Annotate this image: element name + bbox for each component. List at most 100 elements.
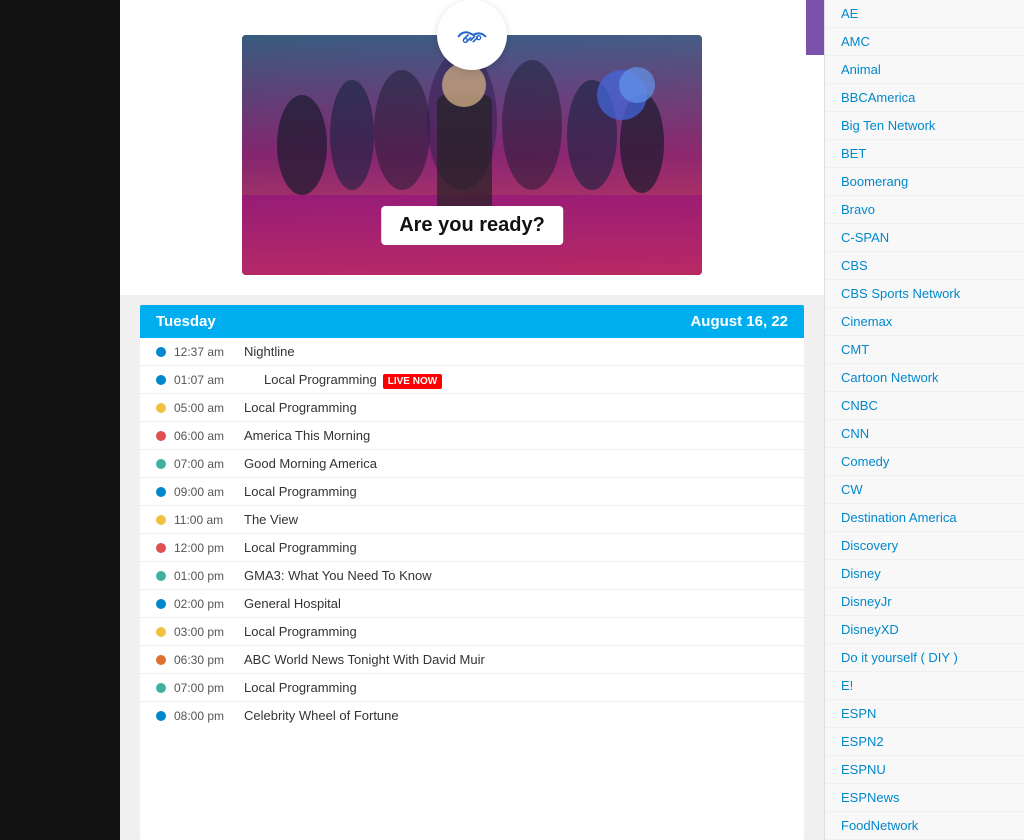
hero-image: Are you ready? [242, 35, 702, 275]
schedule-dot [156, 683, 166, 693]
schedule-row[interactable]: 11:00 amThe View [140, 506, 804, 534]
schedule-dot [156, 627, 166, 637]
schedule-date: August 16, 22 [690, 313, 788, 330]
sidebar-item-boomerang[interactable]: Boomerang [825, 168, 1024, 196]
sidebar-item-destination-america[interactable]: Destination America [825, 504, 1024, 532]
right-sidebar: AEAMCAnimalBBCAmericaBig Ten NetworkBETB… [824, 0, 1024, 840]
schedule-time: 08:00 pm [174, 709, 244, 723]
schedule-row[interactable]: 03:00 pmLocal Programming [140, 618, 804, 646]
sidebar-item-espnews[interactable]: ESPNews [825, 784, 1024, 812]
schedule-dot [156, 375, 166, 385]
schedule-dot [156, 571, 166, 581]
schedule-dot [156, 403, 166, 413]
sidebar-item-discovery[interactable]: Discovery [825, 532, 1024, 560]
sidebar-item-ae[interactable]: AE [825, 0, 1024, 28]
sidebar-item-disneyjr[interactable]: DisneyJr [825, 588, 1024, 616]
show-name: GMA3: What You Need To Know [244, 568, 788, 583]
schedule-row[interactable]: 09:00 amLocal Programming [140, 478, 804, 506]
show-name: Good Morning America [244, 456, 788, 471]
sidebar-item-big-ten-network[interactable]: Big Ten Network [825, 112, 1024, 140]
schedule-time: 03:00 pm [174, 625, 244, 639]
sidebar-item-disney[interactable]: Disney [825, 560, 1024, 588]
sidebar-item-cbs-sports-network[interactable]: CBS Sports Network [825, 280, 1024, 308]
schedule-dot [156, 487, 166, 497]
sidebar-item-cnbc[interactable]: CNBC [825, 392, 1024, 420]
schedule-row[interactable]: 01:07 am Local ProgrammingLIVE NOW [140, 366, 804, 394]
schedule-time: 07:00 am [174, 457, 244, 471]
schedule-row[interactable]: 07:00 amGood Morning America [140, 450, 804, 478]
schedule-dot [156, 599, 166, 609]
show-name: Nightline [244, 344, 788, 359]
schedule-dot [156, 431, 166, 441]
sidebar-item-amc[interactable]: AMC [825, 28, 1024, 56]
schedule-time: 05:00 am [174, 401, 244, 415]
sidebar-item-do-it-yourself-(-diy-)[interactable]: Do it yourself ( DIY ) [825, 644, 1024, 672]
schedule-time: 09:00 am [174, 485, 244, 499]
schedule-dot [156, 655, 166, 665]
handshake-icon [452, 15, 492, 55]
schedule-dot [156, 515, 166, 525]
schedule-time: 07:00 pm [174, 681, 244, 695]
schedule-row[interactable]: 05:00 amLocal Programming [140, 394, 804, 422]
show-name: ABC World News Tonight With David Muir [244, 652, 788, 667]
sidebar-item-cmt[interactable]: CMT [825, 336, 1024, 364]
sidebar-item-foodnetwork[interactable]: FoodNetwork [825, 812, 1024, 840]
schedule-row[interactable]: 08:00 pmCelebrity Wheel of Fortune [140, 702, 804, 729]
show-name: Local Programming [244, 400, 788, 415]
sidebar-item-bravo[interactable]: Bravo [825, 196, 1024, 224]
sidebar-item-c-span[interactable]: C-SPAN [825, 224, 1024, 252]
sidebar-item-cartoon-network[interactable]: Cartoon Network [825, 364, 1024, 392]
schedule-row[interactable]: 01:00 pmGMA3: What You Need To Know [140, 562, 804, 590]
sidebar-item-bet[interactable]: BET [825, 140, 1024, 168]
hero-image-container: Are you ready? [120, 0, 824, 295]
schedule-day: Tuesday [156, 313, 216, 330]
schedule-row[interactable]: 12:37 amNightline [140, 338, 804, 366]
sidebar-item-animal[interactable]: Animal [825, 56, 1024, 84]
sidebar-item-cbs[interactable]: CBS [825, 252, 1024, 280]
schedule-header: Tuesday August 16, 22 [140, 305, 804, 338]
live-badge: LIVE NOW [383, 374, 442, 389]
show-name: General Hospital [244, 596, 788, 611]
sidebar-item-cnn[interactable]: CNN [825, 420, 1024, 448]
hero-section: Are you ready? [120, 0, 824, 295]
sidebar-item-espn[interactable]: ESPN [825, 700, 1024, 728]
schedule-dot [156, 711, 166, 721]
sidebar-item-e![interactable]: E! [825, 672, 1024, 700]
main-content: Are you ready? Tuesday August 16, 22 12:… [120, 0, 824, 840]
schedule-time: 12:00 pm [174, 541, 244, 555]
schedule-time: 02:00 pm [174, 597, 244, 611]
sidebar-item-disneyxd[interactable]: DisneyXD [825, 616, 1024, 644]
schedule-section: Tuesday August 16, 22 12:37 amNightline0… [140, 305, 804, 840]
show-name: Local ProgrammingLIVE NOW [264, 372, 788, 387]
hero-text-overlay: Are you ready? [381, 206, 563, 245]
logo-circle [437, 0, 507, 70]
schedule-dot [156, 347, 166, 357]
purple-bar [806, 0, 824, 55]
sidebar-item-bbcamerica[interactable]: BBCAmerica [825, 84, 1024, 112]
schedule-time: 12:37 am [174, 345, 244, 359]
schedule-row[interactable]: 12:00 pmLocal Programming [140, 534, 804, 562]
schedule-time: 01:00 pm [174, 569, 244, 583]
schedule-time: 11:00 am [174, 513, 244, 527]
sidebar-item-cw[interactable]: CW [825, 476, 1024, 504]
sidebar-item-espn2[interactable]: ESPN2 [825, 728, 1024, 756]
show-name: Local Programming [244, 680, 788, 695]
schedule-row[interactable]: 06:30 pmABC World News Tonight With Davi… [140, 646, 804, 674]
show-name: Celebrity Wheel of Fortune [244, 708, 788, 723]
show-name: America This Morning [244, 428, 788, 443]
show-name: Local Programming [244, 540, 788, 555]
sidebar-item-espnu[interactable]: ESPNU [825, 756, 1024, 784]
schedule-dot [156, 543, 166, 553]
schedule-row[interactable]: 06:00 amAmerica This Morning [140, 422, 804, 450]
show-name: Local Programming [244, 484, 788, 499]
show-name: The View [244, 512, 788, 527]
sidebar-item-comedy[interactable]: Comedy [825, 448, 1024, 476]
schedule-row[interactable]: 02:00 pmGeneral Hospital [140, 590, 804, 618]
schedule-time: 01:07 am [174, 373, 244, 387]
sidebar-item-cinemax[interactable]: Cinemax [825, 308, 1024, 336]
left-panel [0, 0, 120, 840]
schedule-time: 06:30 pm [174, 653, 244, 667]
schedule-dot [156, 459, 166, 469]
schedule-time: 06:00 am [174, 429, 244, 443]
schedule-row[interactable]: 07:00 pmLocal Programming [140, 674, 804, 702]
